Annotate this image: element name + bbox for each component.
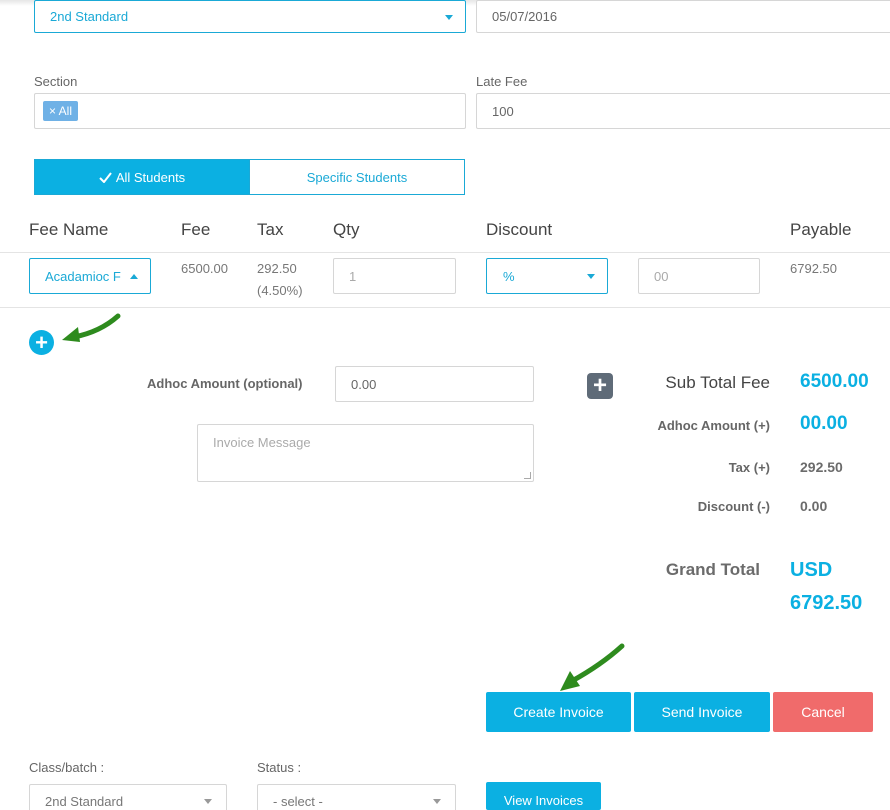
add-fee-row-button[interactable]: + [29, 330, 54, 355]
section-label: Section [34, 74, 78, 89]
tax-percent: (4.50%) [257, 283, 303, 298]
header-fee-name: Fee Name [29, 220, 109, 239]
fee-value: 6500.00 [181, 261, 228, 276]
chevron-up-icon [130, 274, 138, 279]
table-header-divider [0, 252, 890, 253]
adhoc-summary-label: Adhoc Amount (+) [657, 418, 770, 433]
qty-value: 1 [349, 268, 357, 284]
class-batch-select[interactable]: 2nd Standard [29, 784, 227, 810]
discount-value-input[interactable]: 00 [638, 258, 760, 294]
date-input[interactable]: 05/07/2016 [476, 0, 890, 33]
discount-value: 00 [654, 268, 669, 284]
class-select-value: 2nd Standard [50, 9, 129, 24]
class-batch-label: Class/batch : [29, 760, 105, 775]
chevron-down-icon [433, 799, 441, 804]
chevron-down-icon [445, 14, 453, 20]
late-fee-input[interactable]: 100 [476, 93, 890, 129]
invoice-message-textarea[interactable]: Invoice Message [197, 424, 534, 482]
header-discount: Discount [486, 220, 553, 239]
header-fee: Fee [181, 220, 211, 239]
tax-summary-value: 292.50 [800, 459, 843, 475]
annotation-arrow-icon [560, 643, 625, 691]
section-multiselect[interactable]: × All [34, 93, 466, 129]
table-row-divider [0, 307, 890, 308]
adhoc-summary-value: 00.00 [800, 413, 848, 434]
check-icon [99, 171, 112, 183]
view-invoices-button[interactable]: View Invoices [486, 782, 601, 810]
resize-handle-icon[interactable] [524, 472, 531, 479]
send-invoice-button[interactable]: Send Invoice [634, 692, 770, 732]
annotation-arrow-icon [62, 313, 121, 342]
all-students-toggle[interactable]: All Students [34, 159, 250, 195]
discount-type-value: % [503, 268, 515, 284]
specific-students-label: Specific Students [306, 169, 408, 185]
grand-total-value: 6792.50 [790, 592, 863, 614]
specific-students-toggle[interactable]: Specific Students [249, 159, 465, 195]
adhoc-amount-placeholder: 0.00 [351, 376, 377, 392]
late-fee-label: Late Fee [476, 74, 528, 89]
date-value: 05/07/2016 [492, 9, 558, 24]
discount-type-select[interactable]: % [486, 258, 608, 294]
class-batch-value: 2nd Standard [45, 794, 124, 809]
fee-name-select[interactable]: Acadamioc F [29, 258, 151, 294]
section-tag-all[interactable]: × All [43, 101, 79, 121]
discount-summary-label: Discount (-) [697, 499, 770, 514]
chevron-down-icon [587, 274, 595, 279]
adhoc-amount-input[interactable]: 0.00 [335, 366, 534, 402]
payable-value: 6792.50 [790, 261, 837, 276]
status-select[interactable]: - select - [257, 784, 456, 810]
grand-total-label: Grand Total [665, 560, 760, 579]
header-tax: Tax [257, 220, 284, 239]
late-fee-value: 100 [492, 103, 514, 119]
all-students-label: All Students [115, 169, 186, 185]
sub-total-label: Sub Total Fee [665, 373, 770, 392]
class-select[interactable]: 2nd Standard [34, 0, 466, 33]
adhoc-label: Adhoc Amount (optional) [147, 376, 303, 391]
plus-circle-icon: + [35, 329, 48, 355]
grand-total-currency: USD [790, 559, 833, 581]
fee-name-value: Acadamioc F [45, 268, 121, 284]
discount-summary-value: 0.00 [800, 498, 828, 514]
cancel-button[interactable]: Cancel [773, 692, 873, 732]
header-payable: Payable [790, 220, 852, 239]
chevron-down-icon [204, 799, 212, 804]
header-qty: Qty [333, 220, 360, 239]
invoice-message-placeholder: Invoice Message [213, 435, 311, 450]
sub-total-value: 6500.00 [800, 371, 869, 392]
status-value: - select - [273, 794, 323, 809]
status-label: Status : [257, 760, 302, 775]
create-invoice-button[interactable]: Create Invoice [486, 692, 631, 732]
tax-value: 292.50 [257, 261, 297, 276]
qty-input[interactable]: 1 [333, 258, 456, 294]
tax-summary-label: Tax (+) [728, 460, 770, 475]
